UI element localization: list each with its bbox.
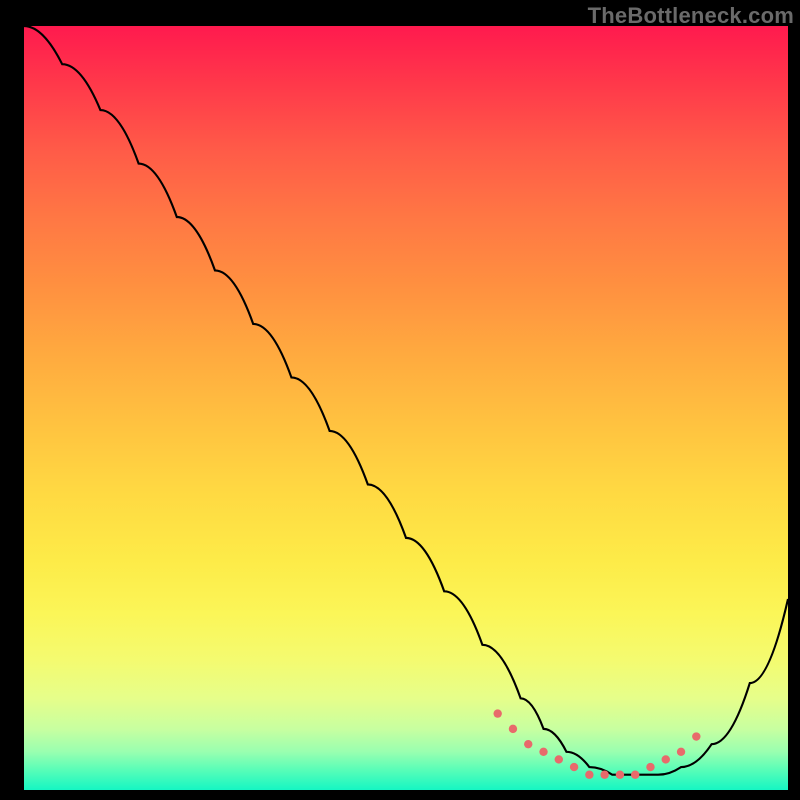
optimal-dot <box>524 740 532 748</box>
optimal-dot <box>631 771 639 779</box>
optimal-dot <box>600 771 608 779</box>
chart-wrapper: TheBottleneck.com <box>0 0 800 800</box>
optimal-dot <box>509 725 517 733</box>
optimal-dot <box>555 755 563 763</box>
chart-svg-overlay <box>24 26 788 790</box>
optimal-dot <box>570 763 578 771</box>
optimal-dot <box>585 771 593 779</box>
optimal-dot <box>692 732 700 740</box>
optimal-dot <box>616 771 624 779</box>
bottleneck-curve <box>24 26 788 775</box>
chart-area <box>24 26 788 790</box>
optimal-dot <box>662 755 670 763</box>
optimal-dot <box>493 709 501 717</box>
optimal-dot <box>539 748 547 756</box>
optimal-dot <box>677 748 685 756</box>
optimal-dot <box>646 763 654 771</box>
